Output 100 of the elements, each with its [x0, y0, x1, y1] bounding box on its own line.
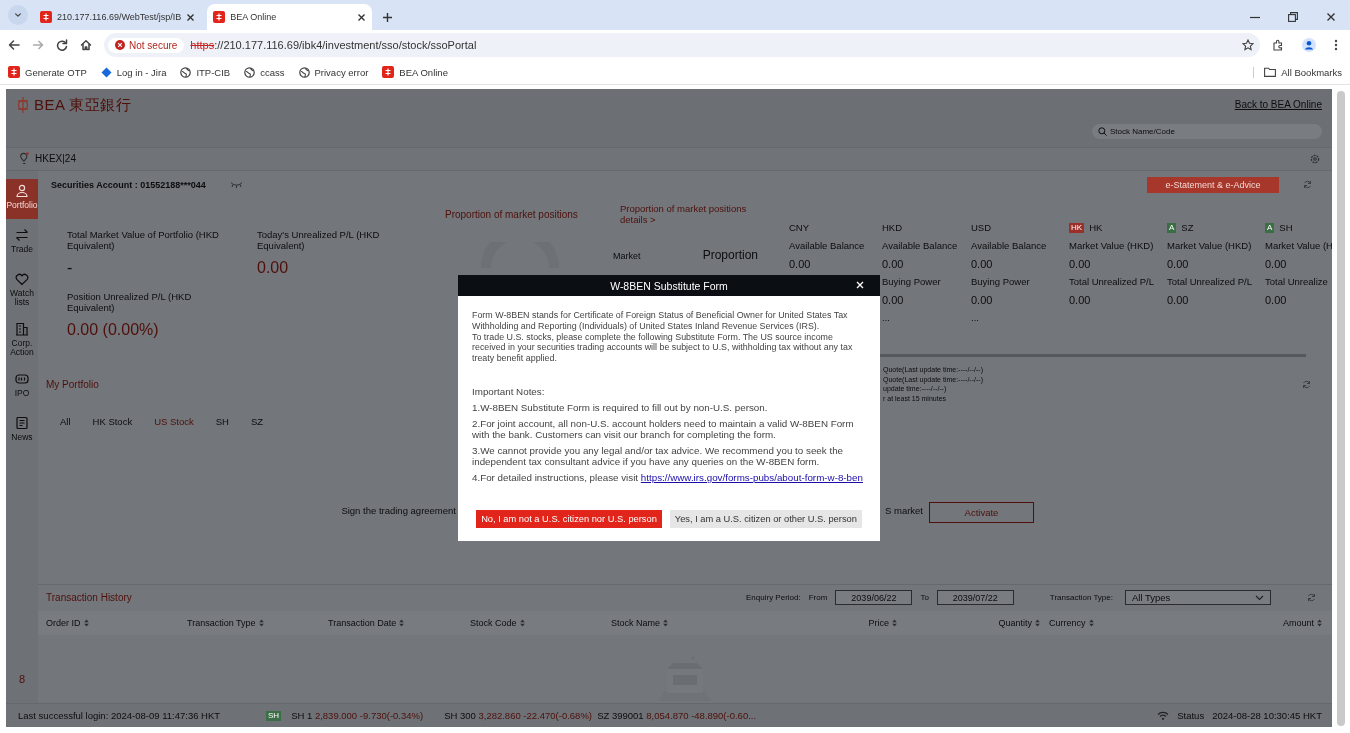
notes-heading: Important Notes: [472, 386, 546, 397]
details-link[interactable]: Proportion of market positions details > [620, 202, 760, 225]
bookmark[interactable]: Generate OTP [8, 66, 87, 78]
reload-icon[interactable] [56, 39, 68, 51]
news-icon [15, 415, 29, 430]
browser-tab[interactable]: 210.177.116.69/WebTest/jsp/IB [34, 4, 202, 30]
star-icon[interactable] [1242, 39, 1254, 51]
decline-button[interactable]: No, I am not a U.S. citizen nor U.S. person [476, 509, 662, 528]
market-tab[interactable]: SH [215, 416, 229, 428]
metric-label: Today's Unrealized P/L (HKD Equivalent) [257, 228, 381, 251]
balance-value: 0.00 [971, 256, 994, 272]
balance-label: Buying Power [971, 274, 1031, 289]
field-label: To [920, 593, 929, 603]
note-text: 3.We cannot provide you any legal and/or tax advice. We recommend you to seek the independent tax consultant advice if you have any queries on the W-8BEN form. [472, 444, 845, 468]
market-flag: A [1265, 222, 1275, 233]
globe-icon [180, 66, 192, 78]
sort-icon[interactable] [663, 618, 669, 627]
bookmark[interactable]: ccass [244, 66, 285, 78]
status-time: 2024-08-28 10:30:45 HKT [1212, 710, 1322, 722]
field-label: From [808, 593, 828, 603]
column-header: Amount [1282, 617, 1314, 628]
bookmark[interactable]: ITP-CIB [180, 66, 231, 78]
sidebar-item[interactable]: Watch lists [6, 266, 38, 313]
profile-icon[interactable] [1302, 38, 1316, 52]
forward-icon[interactable] [32, 39, 44, 51]
sidebar-item[interactable]: News [6, 410, 38, 451]
sidebar-item[interactable]: IPO [6, 366, 38, 407]
activate-button[interactable]: Activate [929, 501, 1034, 523]
globe-icon [244, 66, 256, 78]
column-header: Proportion [702, 247, 758, 262]
market-label: HK [1089, 220, 1103, 235]
refresh-icon[interactable] [1303, 180, 1312, 190]
sort-icon[interactable] [399, 618, 405, 627]
column-header: Market [613, 250, 641, 261]
confirm-button[interactable]: Yes, I am a U.S. citizen or other U.S. person [669, 509, 862, 528]
market-flag: A [1167, 222, 1177, 233]
balance-value: 0.00 [1265, 292, 1288, 308]
address-bar[interactable]: Not secure https://210.177.116.69/ibk4/investment/sso/stock/ssoPortal [104, 33, 1260, 57]
market-tab[interactable]: SZ [251, 416, 264, 428]
extensions-icon[interactable] [1272, 39, 1284, 51]
irs-link[interactable]: https://www.irs.gov/forms-pubs/about-form-w-8-ben [640, 471, 863, 483]
url-text: https://210.177.116.69/ibk4/investment/sso/stock/ssoPortal [190, 39, 478, 51]
metric-value: 0.00 (0.00%) [67, 320, 160, 339]
balance-label: Total Unrealized P/L [1167, 274, 1254, 289]
refresh-icon[interactable] [1302, 379, 1311, 389]
index-tag: SH [266, 710, 282, 721]
bookmark[interactable]: Log in - Jira [100, 66, 167, 78]
scrollbar[interactable] [1337, 91, 1345, 726]
sort-icon[interactable] [1035, 618, 1040, 627]
balance-value: 0.00 [1167, 292, 1190, 308]
balance-value: 0.00 [1265, 256, 1288, 272]
all-bookmarks-button[interactable]: All Bookmarks [1253, 66, 1342, 78]
market-tab[interactable]: US Stock [154, 416, 194, 428]
sort-icon[interactable] [83, 618, 89, 627]
sort-icon[interactable] [1088, 618, 1094, 627]
building-icon [15, 321, 29, 336]
market-tab[interactable]: HK Stock [92, 416, 133, 428]
close-icon[interactable] [1326, 12, 1336, 22]
new-tab-icon[interactable] [382, 12, 394, 23]
security-chip[interactable]: Not secure [108, 37, 185, 53]
sidebar-item[interactable]: Portfolio [6, 178, 38, 219]
date-field[interactable]: 2039/07/22 [936, 590, 1014, 606]
balance-value: 0.00 [882, 256, 905, 272]
settings-icon[interactable] [1310, 153, 1320, 164]
index-quote: SZ 399001 8,054.870 -48.890(-0.60... [597, 710, 757, 722]
agreement-text: Sign the trading agreement [340, 503, 456, 518]
eye-closed-icon[interactable] [229, 181, 243, 189]
close-icon[interactable] [186, 12, 196, 22]
close-icon[interactable] [357, 12, 367, 22]
back-link[interactable]: Back to BEA Online [1234, 99, 1322, 110]
browser-tab[interactable]: BEA Online [207, 4, 373, 30]
restore-icon[interactable] [1288, 12, 1298, 22]
date-field[interactable]: 2039/06/22 [835, 590, 913, 606]
home-icon[interactable] [80, 39, 92, 51]
balance-value: 0.00 [882, 292, 905, 308]
balance-label: Market Value (H [1265, 238, 1332, 253]
balance-label: Available Balance [789, 238, 866, 253]
bookmark[interactable]: Privacy error [298, 66, 369, 78]
sort-icon[interactable] [258, 618, 264, 627]
sidebar-item[interactable]: Corp. Action [6, 316, 38, 363]
back-icon[interactable] [8, 39, 20, 51]
market-tab[interactable]: All [60, 416, 71, 428]
refresh-icon[interactable] [1307, 593, 1316, 603]
sort-icon[interactable] [519, 618, 525, 627]
balance-value: 0.00 [1069, 292, 1092, 308]
tab-search-button[interactable] [8, 5, 28, 25]
type-dropdown[interactable]: All Types [1125, 590, 1271, 606]
sort-icon[interactable] [1317, 618, 1322, 627]
sort-icon[interactable] [892, 618, 897, 627]
bookmark[interactable]: BEA Online [382, 66, 448, 78]
column-header: Order ID [46, 617, 81, 628]
statement-button[interactable]: e-Statement & e-Advice [1147, 176, 1279, 193]
site-icon [8, 66, 20, 78]
menu-icon[interactable] [1334, 39, 1338, 51]
balance-value: 0.00 [789, 256, 812, 272]
metric-value: 0.00 [257, 258, 290, 277]
currency-label: CNY [789, 220, 811, 235]
field-label: Transaction Type: [1049, 593, 1113, 603]
sidebar-item[interactable]: Trade [6, 222, 38, 263]
search-field[interactable]: Stock Name/Code [1092, 124, 1322, 139]
